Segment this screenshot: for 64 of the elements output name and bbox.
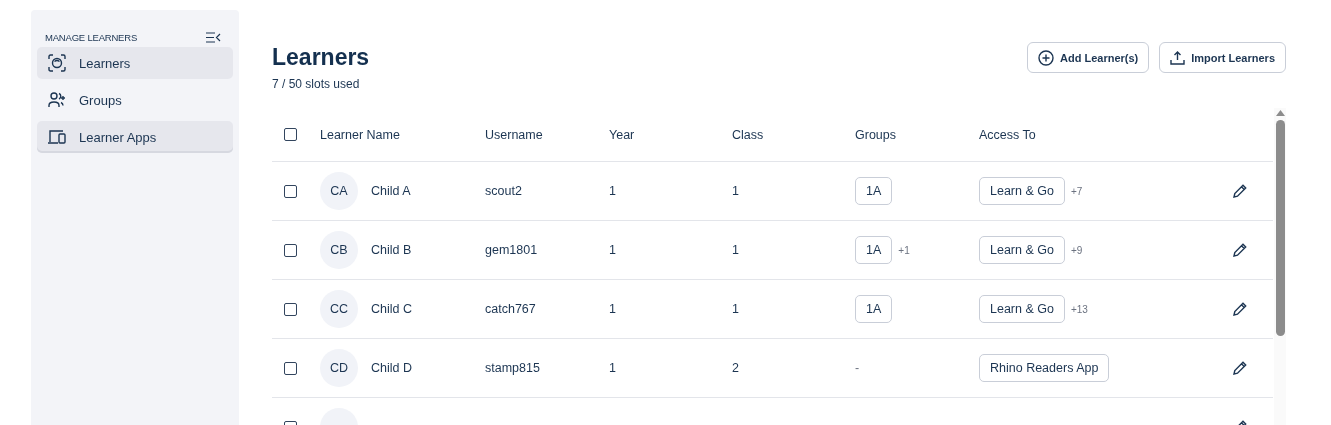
add-button[interactable]: Add Learner(s) <box>1027 42 1150 73</box>
avatar: CA <box>320 172 358 210</box>
year: 1 <box>609 184 617 198</box>
scrollbar[interactable] <box>1274 108 1286 425</box>
more-count: +1 <box>898 244 910 256</box>
edit-pencil-icon[interactable] <box>1233 243 1247 257</box>
more-count: +7 <box>1070 185 1083 197</box>
checkbox[interactable] <box>284 184 297 198</box>
learner-name: Child D <box>371 361 412 375</box>
access-tag: Learn & Go <box>979 295 1065 323</box>
class: 2 <box>732 361 740 375</box>
import-button[interactable]: Import Learners <box>1159 42 1286 73</box>
edit-pencil-icon[interactable] <box>1233 184 1247 198</box>
checkbox[interactable] <box>284 243 297 257</box>
avatar: CD <box>320 349 358 387</box>
empty-dash: - <box>855 361 860 375</box>
people-add-icon <box>47 92 67 108</box>
access-tag: Learn & Go <box>979 236 1065 264</box>
sidebar-item[interactable]: Learner Apps <box>37 121 233 153</box>
group-tag: 1A <box>855 295 893 323</box>
class: 1 <box>732 243 740 257</box>
column-header: Access To <box>979 127 1037 142</box>
year: 1 <box>609 302 617 316</box>
devices-icon <box>47 129 67 145</box>
access-tag: Learn & Go <box>979 177 1065 205</box>
collapse-menu-icon[interactable] <box>206 32 221 43</box>
face-scan-icon <box>48 54 66 72</box>
class: 1 <box>732 302 740 316</box>
learner-name: Child A <box>371 184 411 198</box>
column-header: Learner Name <box>320 127 401 142</box>
page-title: Learners <box>272 43 370 71</box>
sidebar-item[interactable]: Groups <box>37 84 233 116</box>
column-header: Year <box>609 127 636 142</box>
checkbox[interactable] <box>284 128 297 141</box>
username: stamp815 <box>485 361 541 375</box>
year: 1 <box>609 243 617 257</box>
learner-name: Child C <box>371 302 412 316</box>
slots-used-text: 7 / 50 slots used <box>272 77 361 91</box>
column-header: Username <box>485 127 544 142</box>
group-tag: 1A <box>855 177 893 205</box>
scroll-up-arrow-icon[interactable] <box>1275 110 1285 116</box>
edit-pencil-icon[interactable] <box>1233 361 1247 375</box>
class: 1 <box>732 184 740 198</box>
username: scout2 <box>485 184 523 198</box>
checkbox[interactable] <box>284 361 297 375</box>
checkbox[interactable] <box>284 302 297 316</box>
upload-icon <box>1170 50 1186 65</box>
column-header: Groups <box>855 127 897 142</box>
more-count: +13 <box>1070 303 1088 315</box>
scrollbar-thumb[interactable] <box>1275 120 1285 336</box>
sidebar-item[interactable]: Learners <box>37 47 233 79</box>
access-tag: Rhino Readers App <box>979 354 1110 382</box>
more-count: +9 <box>1070 244 1083 256</box>
learner-name: Child B <box>371 243 412 257</box>
plus-circle-icon <box>1038 49 1054 66</box>
column-header: Class <box>732 127 765 142</box>
edit-pencil-icon[interactable] <box>1233 302 1247 316</box>
section-heading: MANAGE LEARNERS <box>45 32 138 43</box>
username: catch767 <box>485 302 537 316</box>
username: gem1801 <box>485 243 539 257</box>
group-tag: 1A <box>855 236 893 264</box>
avatar: CB <box>320 231 358 269</box>
avatar: CC <box>320 290 358 328</box>
year: 1 <box>609 361 617 375</box>
